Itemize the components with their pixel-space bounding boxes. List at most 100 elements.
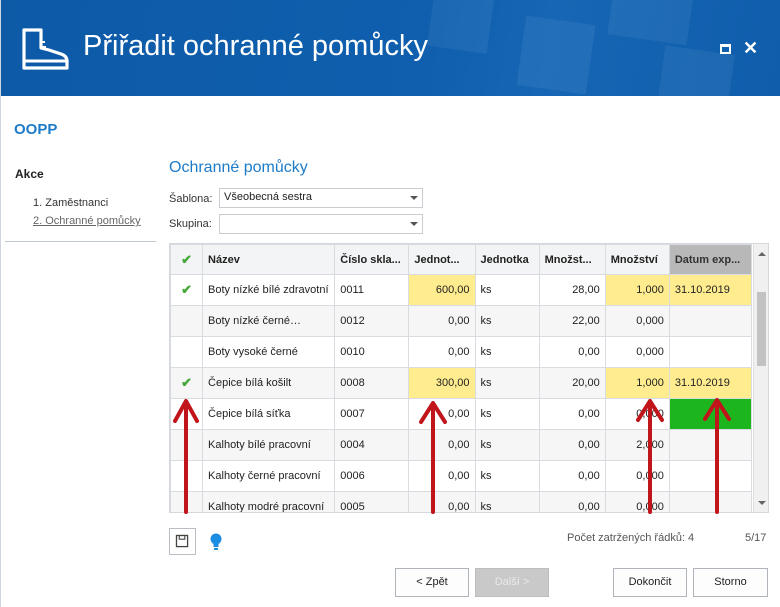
table-row[interactable]: Kalhoty bílé pracovní 0004 0,00 ks 0,00 2,000: [170, 429, 753, 461]
sidebar-divider: [5, 241, 156, 242]
cancel-button[interactable]: Storno: [693, 568, 768, 597]
cell-unit[interactable]: ks: [474, 367, 540, 399]
cell-unit[interactable]: ks: [474, 305, 540, 337]
lightbulb-icon[interactable]: [209, 532, 223, 552]
cell-unit-price[interactable]: 0,00: [408, 460, 476, 492]
cell-unit-price[interactable]: 300,00: [408, 367, 476, 399]
cell-unit[interactable]: ks: [474, 429, 540, 461]
cell-expiry-date[interactable]: [668, 460, 753, 492]
cell-stock-qty[interactable]: 0,00: [538, 460, 606, 492]
cell-stock-qty[interactable]: 28,00: [538, 274, 606, 306]
cell-unit-price[interactable]: 0,00: [408, 429, 476, 461]
cell-quantity[interactable]: 0,000: [604, 491, 670, 512]
chevron-down-icon[interactable]: [410, 222, 418, 226]
col-unit[interactable]: Jednotka: [474, 244, 540, 275]
cell-unit[interactable]: ks: [474, 274, 540, 306]
row-checkbox[interactable]: [170, 336, 204, 368]
col-unit-price[interactable]: Jednot...: [408, 244, 476, 275]
cell-name[interactable]: Kalhoty bílé pracovní: [202, 429, 336, 461]
cell-unit-price[interactable]: 600,00: [408, 274, 476, 306]
cell-name[interactable]: Boty nízké bílé zdravotní: [202, 274, 336, 306]
scroll-thumb[interactable]: [757, 292, 766, 366]
vertical-scrollbar[interactable]: [753, 244, 768, 512]
cell-stock-code[interactable]: 0010: [334, 336, 410, 368]
step-protective-equipment[interactable]: 2. Ochranné pomůcky: [33, 215, 141, 227]
close-button[interactable]: ✕: [743, 38, 758, 59]
finish-button[interactable]: Dokončit: [613, 568, 687, 597]
cell-name[interactable]: Kalhoty modré pracovní: [202, 491, 336, 512]
step-employees[interactable]: 1. Zaměstnanci: [33, 197, 108, 209]
cell-quantity[interactable]: 0,000: [604, 336, 670, 368]
table-row[interactable]: Boty nízké černé… 0012 0,00 ks 22,00 0,000: [170, 305, 753, 337]
back-button[interactable]: < Zpět: [395, 568, 469, 597]
cell-expiry-date[interactable]: [668, 305, 753, 337]
cell-unit[interactable]: ks: [474, 460, 540, 492]
cell-stock-qty[interactable]: 0,00: [538, 336, 606, 368]
cell-unit[interactable]: ks: [474, 491, 540, 512]
cell-expiry-date[interactable]: 31.10.2019: [668, 367, 753, 399]
table-row[interactable]: Kalhoty černé pracovní 0006 0,00 ks 0,00 0,00…: [170, 460, 753, 492]
col-stock-qty[interactable]: Množst...: [538, 244, 606, 275]
next-button[interactable]: Další >: [475, 568, 549, 597]
row-checkbox[interactable]: [170, 305, 204, 337]
cell-stock-code[interactable]: 0008: [334, 367, 410, 399]
cell-name[interactable]: Boty nízké černé…: [202, 305, 336, 337]
cell-quantity[interactable]: 2,000: [604, 429, 670, 461]
cell-expiry-date[interactable]: [668, 398, 753, 430]
table-row[interactable]: Kalhoty modré pracovní 0005 0,00 ks 0,00 0,00…: [170, 491, 753, 512]
row-checkbox[interactable]: ✔: [170, 367, 204, 399]
table-row[interactable]: Čepice bílá síťka 0007 0,00 ks 0,00 0,000: [170, 398, 753, 430]
cell-stock-code[interactable]: 0004: [334, 429, 410, 461]
cell-stock-qty[interactable]: 0,00: [538, 398, 606, 430]
cell-stock-code[interactable]: 0007: [334, 398, 410, 430]
cell-stock-code[interactable]: 0011: [334, 274, 410, 306]
cell-unit-price[interactable]: 0,00: [408, 336, 476, 368]
cell-quantity[interactable]: 0,000: [604, 398, 670, 430]
group-select[interactable]: [219, 214, 423, 234]
cell-expiry-date[interactable]: 31.10.2019: [668, 274, 753, 306]
cell-quantity[interactable]: 0,000: [604, 460, 670, 492]
col-expiry-date[interactable]: Datum exp...: [668, 244, 753, 275]
cell-stock-qty[interactable]: 0,00: [538, 429, 606, 461]
col-stock-code[interactable]: Číslo skla...: [334, 244, 410, 275]
cell-name[interactable]: Čepice bílá košilt: [202, 367, 336, 399]
col-check[interactable]: ✔: [170, 244, 204, 275]
row-checkbox[interactable]: [170, 460, 204, 492]
cell-name[interactable]: Boty vysoké černé: [202, 336, 336, 368]
cell-unit[interactable]: ks: [474, 398, 540, 430]
dialog-window: Přiřadit ochranné pomůcky ✕ OOPP Akce 1.…: [0, 0, 780, 607]
cell-quantity[interactable]: 1,000: [604, 274, 670, 306]
row-checkbox[interactable]: ✔: [170, 274, 204, 306]
table-row[interactable]: ✔ Boty nízké bílé zdravotní 0011 600,00 ks 28…: [170, 274, 753, 306]
row-checkbox[interactable]: [170, 429, 204, 461]
template-select[interactable]: Všeobecná sestra: [219, 188, 423, 208]
cell-unit-price[interactable]: 0,00: [408, 491, 476, 512]
cell-unit-price[interactable]: 0,00: [408, 398, 476, 430]
cell-unit-price[interactable]: 0,00: [408, 305, 476, 337]
chevron-down-icon[interactable]: [410, 196, 418, 200]
cell-stock-qty[interactable]: 0,00: [538, 491, 606, 512]
cell-expiry-date[interactable]: [668, 429, 753, 461]
table-row[interactable]: ✔ Čepice bílá košilt 0008 300,00 ks 20,00 1,00…: [170, 367, 753, 399]
scroll-up-icon[interactable]: [758, 252, 766, 256]
scroll-down-icon[interactable]: [758, 501, 766, 505]
cell-expiry-date[interactable]: [668, 491, 753, 512]
cell-stock-code[interactable]: 0005: [334, 491, 410, 512]
cell-quantity[interactable]: 1,000: [604, 367, 670, 399]
cell-stock-code[interactable]: 0012: [334, 305, 410, 337]
table-row[interactable]: Boty vysoké černé 0010 0,00 ks 0,00 0,000: [170, 336, 753, 368]
cell-stock-code[interactable]: 0006: [334, 460, 410, 492]
col-name[interactable]: Název: [202, 244, 336, 275]
cell-name[interactable]: Kalhoty černé pracovní: [202, 460, 336, 492]
row-checkbox[interactable]: [170, 491, 204, 512]
save-layout-button[interactable]: [169, 528, 196, 555]
cell-name[interactable]: Čepice bílá síťka: [202, 398, 336, 430]
cell-quantity[interactable]: 0,000: [604, 305, 670, 337]
maximize-button[interactable]: [720, 44, 731, 54]
cell-unit[interactable]: ks: [474, 336, 540, 368]
row-checkbox[interactable]: [170, 398, 204, 430]
col-quantity[interactable]: Množství: [604, 244, 670, 275]
cell-expiry-date[interactable]: [668, 336, 753, 368]
cell-stock-qty[interactable]: 20,00: [538, 367, 606, 399]
cell-stock-qty[interactable]: 22,00: [538, 305, 606, 337]
